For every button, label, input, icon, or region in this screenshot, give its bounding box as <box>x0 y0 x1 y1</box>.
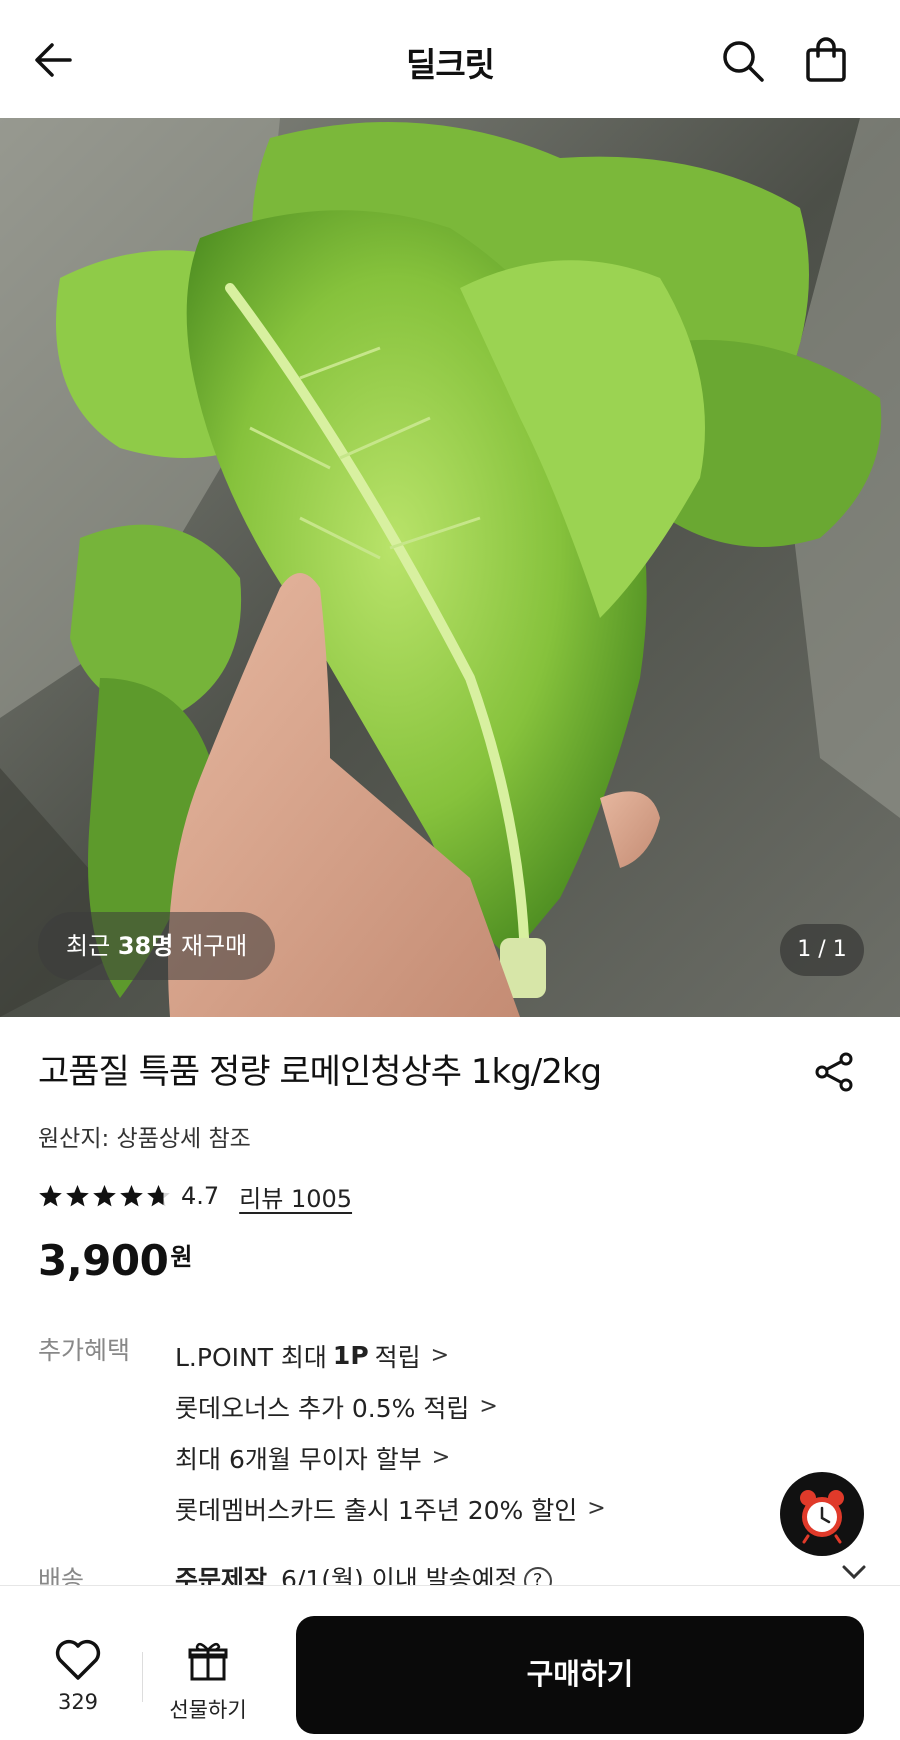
heart-icon <box>55 1639 101 1680</box>
benefit-lpoint[interactable]: L.POINT 최대 1P 적립 > <box>175 1330 606 1381</box>
gift-icon <box>188 1642 228 1681</box>
rebuy-badge: 최근 38명 재구매 <box>38 912 276 980</box>
delivery-label: 배송 <box>38 1565 85 1586</box>
bottom-action-bar: 329 선물하기 구매하기 <box>0 1585 900 1740</box>
star-icon <box>39 1184 62 1206</box>
help-icon[interactable]: ? <box>523 1567 552 1586</box>
star-icon <box>66 1184 89 1206</box>
star-icon <box>93 1184 116 1206</box>
lettuce-photo <box>0 118 900 1017</box>
gift-label: 선물하기 <box>169 1698 247 1722</box>
delivery-info: 주문제작 6/1(월) 이내 발송예정? <box>175 1560 552 1586</box>
top-app-bar: 딜크릿 <box>0 0 900 118</box>
gift-button[interactable]: 선물하기 <box>160 1640 256 1724</box>
star-icon <box>147 1184 170 1206</box>
benefit-lotte-owners[interactable]: 롯데오너스 추가 0.5% 적립 > <box>175 1381 606 1432</box>
alarm-clock-icon <box>800 1490 844 1544</box>
share-icon[interactable] <box>810 1048 858 1096</box>
delivery-row[interactable]: 배송 주문제작 6/1(월) 이내 발송예정? <box>38 1556 868 1586</box>
price: 3,900원 <box>38 1236 192 1285</box>
image-pager: 1 / 1 <box>780 924 864 976</box>
star-icon <box>120 1184 143 1206</box>
shopping-bag-icon[interactable] <box>800 34 852 86</box>
origin-text: 원산지: 상품상세 참조 <box>38 1126 251 1152</box>
review-link[interactable]: 리뷰 1005 <box>239 1179 352 1214</box>
rating-value: 4.7 <box>181 1182 220 1210</box>
search-icon[interactable] <box>718 36 768 86</box>
chevron-right-icon: > <box>479 1394 498 1419</box>
benefit-list: L.POINT 최대 1P 적립 > 롯데오너스 추가 0.5% 적립 > 최대 6개월… <box>175 1330 606 1534</box>
chevron-down-icon[interactable] <box>840 1562 868 1582</box>
like-button[interactable]: 329 <box>40 1638 116 1714</box>
like-count: 329 <box>57 1690 99 1714</box>
alarm-clock-button[interactable] <box>780 1472 864 1556</box>
chevron-right-icon: > <box>431 1445 451 1470</box>
benefit-installment[interactable]: 최대 6개월 무이자 할부 > <box>175 1432 606 1483</box>
buy-button[interactable]: 구매하기 <box>296 1616 864 1734</box>
benefit-card-discount[interactable]: 롯데멤버스카드 출시 1주년 20% 할인 > <box>175 1483 606 1534</box>
product-image[interactable]: 최근 38명 재구매 1 / 1 <box>0 118 900 1017</box>
product-title: 고품질 특품 정량 로메인청상추 1kg/2kg <box>38 1052 602 1092</box>
chevron-right-icon: > <box>430 1343 450 1368</box>
benefit-label: 추가혜택 <box>38 1336 131 1365</box>
divider <box>142 1652 143 1702</box>
chevron-right-icon: > <box>587 1496 606 1521</box>
rating-stars <box>38 1184 171 1209</box>
rating-row: 4.7 리뷰 1005 <box>38 1178 352 1214</box>
